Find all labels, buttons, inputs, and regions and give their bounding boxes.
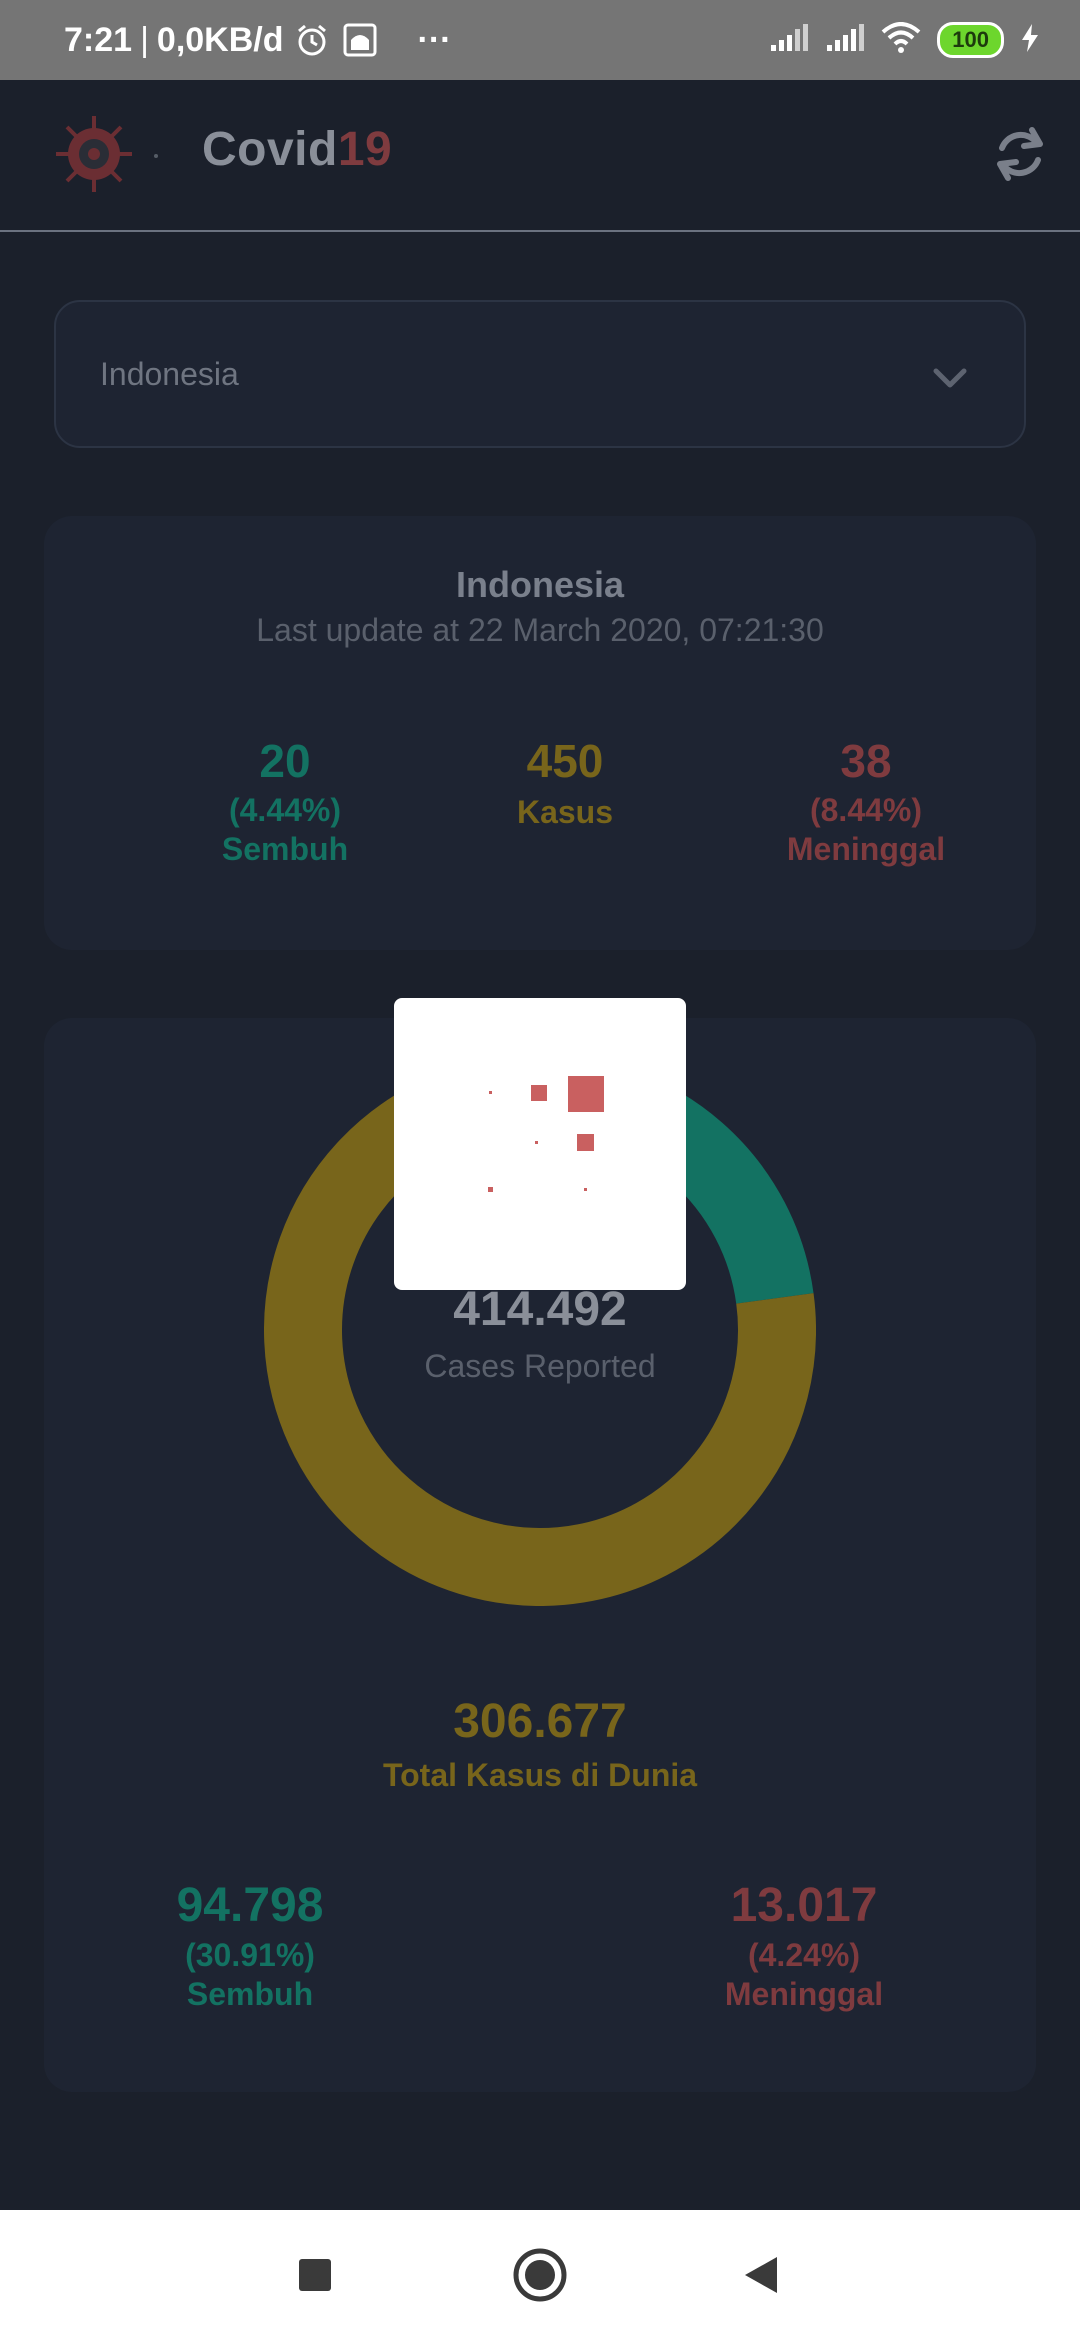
navigation-bar <box>0 2210 1080 2340</box>
world-deaths-label: Meninggal <box>724 1976 884 2012</box>
world-deaths-stat: 13.017 (4.24%) Meninggal <box>654 1878 954 2013</box>
status-separator: | <box>140 20 149 59</box>
battery-indicator: 100 <box>937 22 1004 58</box>
mosque-icon <box>340 20 380 60</box>
world-recovered-value: 94.798 <box>176 1879 324 1932</box>
loading-spinner-icon <box>488 1076 604 1192</box>
square-icon <box>299 2259 331 2291</box>
home-circle-icon <box>513 2248 567 2302</box>
country-select-value: Indonesia <box>100 356 239 392</box>
world-recovered-stat: 94.798 (30.91%) Sembuh <box>120 1878 380 2013</box>
country-recovered-label: Sembuh <box>221 831 349 867</box>
country-deaths-value: 38 <box>840 735 892 787</box>
refresh-button[interactable] <box>988 122 1052 186</box>
refresh-icon <box>997 127 1043 181</box>
status-bar: 7:21 | 0,0KB/d ··· 100 <box>0 0 1080 80</box>
signal-icon-2 <box>825 23 865 58</box>
country-cases-value: 450 <box>526 735 604 787</box>
wifi-icon <box>881 21 921 59</box>
status-time: 7:21 <box>64 20 133 59</box>
country-recovered-percent: (4.44%) <box>228 792 342 828</box>
virus-logo-icon <box>54 114 134 194</box>
back-button[interactable] <box>728 2242 794 2308</box>
country-deaths-stat: 38 (8.44%) Meninggal <box>716 734 1016 868</box>
world-recovered-percent: (30.91%) <box>185 1937 315 1973</box>
app-title-accent: 19 <box>337 123 393 176</box>
app-bar: Covid19 <box>0 80 1080 232</box>
charging-icon <box>1020 23 1040 58</box>
world-total-value: 306.677 <box>453 1695 627 1748</box>
status-net-speed: 0,0KB/d <box>156 20 284 59</box>
world-deaths-value: 13.017 <box>730 1879 878 1932</box>
world-total-label: Total Kasus di Dunia <box>382 1757 698 1793</box>
loading-dialog <box>394 998 686 1290</box>
country-recovered-value: 20 <box>259 735 311 787</box>
cases-reported-value: 414.492 <box>453 1283 627 1336</box>
alarm-icon <box>292 20 332 60</box>
world-deaths-percent: (4.24%) <box>747 1937 861 1973</box>
country-select[interactable]: Indonesia <box>54 300 1026 448</box>
country-stats-card: Indonesia Last update at 22 March 2020, … <box>44 516 1036 950</box>
cases-reported-label: Cases Reported <box>424 1348 656 1384</box>
world-recovered-label: Sembuh <box>186 1976 314 2012</box>
last-update-text: Last update at 22 March 2020, 07:21:30 <box>256 612 824 648</box>
country-cases-label: Kasus <box>516 794 614 830</box>
country-cases-stat: 450 Kasus <box>440 734 690 831</box>
country-deaths-label: Meninggal <box>786 831 946 867</box>
app-title: Covid19 <box>202 122 392 177</box>
home-button[interactable] <box>507 2242 573 2308</box>
country-deaths-percent: (8.44%) <box>809 792 923 828</box>
app-title-main: Covid <box>202 123 338 176</box>
back-triangle-icon <box>745 2257 777 2293</box>
country-recovered-stat: 20 (4.44%) Sembuh <box>160 734 410 868</box>
recents-button[interactable] <box>282 2242 348 2308</box>
chevron-down-icon <box>933 368 967 388</box>
country-name: Indonesia <box>455 564 625 605</box>
divider-dot <box>154 154 158 158</box>
world-total-stat: 306.677 Total Kasus di Dunia <box>44 1694 1036 1794</box>
more-notifications-icon: ··· <box>417 20 452 59</box>
signal-icon-1 <box>769 23 809 58</box>
